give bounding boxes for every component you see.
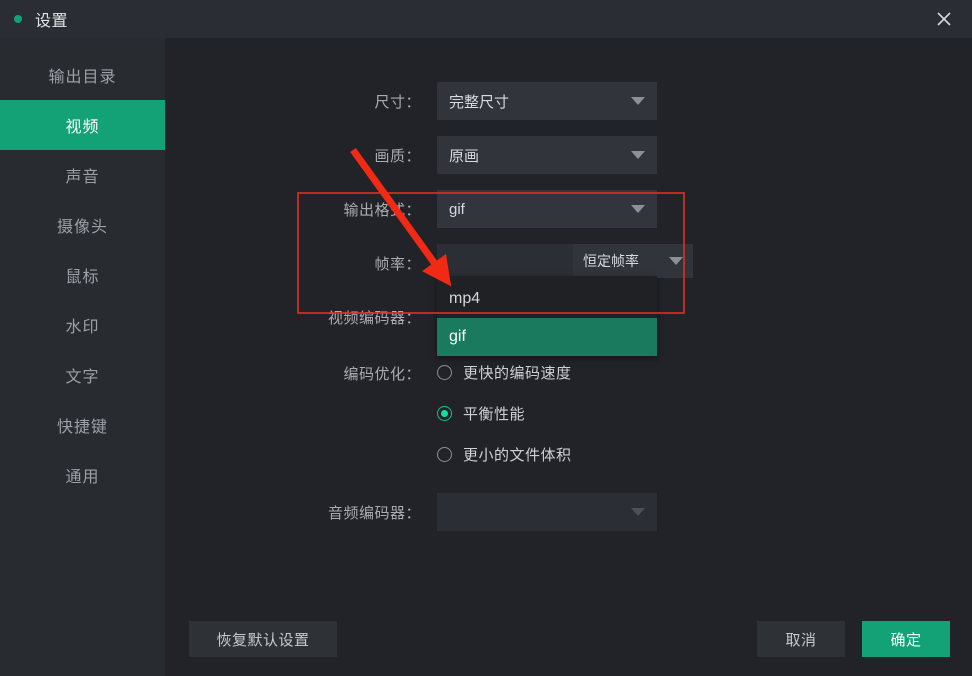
- chevron-down-icon: [669, 257, 683, 265]
- chevron-down-icon: [631, 205, 645, 213]
- frame-rate-mode-select[interactable]: 恒定帧率: [573, 244, 693, 278]
- sidebar-item-general[interactable]: 通用: [0, 450, 165, 500]
- sidebar-item-video[interactable]: 视频: [0, 100, 165, 150]
- close-button[interactable]: [916, 0, 972, 38]
- quality-label: 画质：: [374, 147, 421, 165]
- titlebar: 设置: [0, 0, 972, 38]
- audio-encoder-select[interactable]: [437, 493, 657, 531]
- restore-defaults-button[interactable]: 恢复默认设置: [189, 621, 337, 657]
- radio-smaller-size-label: 更小的文件体积: [463, 447, 572, 464]
- sidebar-item-audio[interactable]: 声音: [0, 150, 165, 200]
- window-body: 输出目录 视频 声音 摄像头 鼠标 水印 文字 快捷键 通用 尺寸： 完整尺寸: [0, 38, 972, 676]
- radio-icon: [437, 365, 452, 380]
- cancel-button[interactable]: 取消: [757, 621, 845, 657]
- encode-optimization-group: 更快的编码速度 平衡性能 更小的文件体积: [437, 352, 572, 475]
- dropdown-option-gif[interactable]: gif: [437, 318, 657, 356]
- row-encode-optimization: 编码优化： 更快的编码速度 平衡性能 更小的文件体积: [165, 352, 972, 475]
- status-dot: [14, 15, 22, 23]
- sidebar: 输出目录 视频 声音 摄像头 鼠标 水印 文字 快捷键 通用: [0, 38, 165, 676]
- sidebar-item-mouse[interactable]: 鼠标: [0, 250, 165, 300]
- settings-form: 尺寸： 完整尺寸 画质： 原画 输出格式： gif 帧率： 恒定帧率 视频编码器…: [165, 38, 972, 602]
- radio-faster-encoding[interactable]: 更快的编码速度: [437, 352, 572, 393]
- radio-faster-encoding-label: 更快的编码速度: [463, 365, 572, 382]
- sidebar-item-watermark[interactable]: 水印: [0, 300, 165, 350]
- window-title: 设置: [35, 13, 69, 30]
- sidebar-item-text[interactable]: 文字: [0, 350, 165, 400]
- sidebar-item-hotkeys[interactable]: 快捷键: [0, 400, 165, 450]
- size-label: 尺寸：: [374, 93, 421, 111]
- radio-balanced-label: 平衡性能: [463, 406, 526, 423]
- audio-encoder-label: 音频编码器：: [327, 504, 421, 522]
- chevron-down-icon: [631, 508, 645, 516]
- chevron-down-icon: [631, 97, 645, 105]
- radio-icon: [437, 447, 452, 462]
- row-size: 尺寸： 完整尺寸: [165, 82, 972, 120]
- dropdown-option-mp4[interactable]: mp4: [437, 280, 657, 318]
- frame-rate-label: 帧率：: [374, 255, 421, 273]
- output-format-dropdown: mp4 gif: [437, 276, 657, 356]
- confirm-button[interactable]: 确定: [862, 621, 950, 657]
- close-icon: [937, 12, 951, 26]
- video-encoder-label: 视频编码器：: [327, 309, 421, 327]
- size-select-value: 完整尺寸: [449, 93, 510, 111]
- encode-optimization-label: 编码优化：: [343, 366, 421, 383]
- output-format-select[interactable]: gif: [437, 190, 657, 228]
- main-panel: 尺寸： 完整尺寸 画质： 原画 输出格式： gif 帧率： 恒定帧率 视频编码器…: [165, 38, 972, 676]
- row-audio-encoder: 音频编码器：: [165, 493, 972, 531]
- output-format-select-value: gif: [449, 200, 465, 218]
- row-output-format: 输出格式： gif: [165, 190, 972, 228]
- radio-smaller-size[interactable]: 更小的文件体积: [437, 434, 572, 475]
- chevron-down-icon: [631, 151, 645, 159]
- quality-select[interactable]: 原画: [437, 136, 657, 174]
- sidebar-item-camera[interactable]: 摄像头: [0, 200, 165, 250]
- output-format-label: 输出格式：: [343, 201, 421, 219]
- radio-balanced[interactable]: 平衡性能: [437, 393, 572, 434]
- settings-window: 设置 输出目录 视频 声音 摄像头 鼠标 水印 文字 快捷键 通用 尺寸： 完整…: [0, 0, 972, 676]
- sidebar-item-output-dir[interactable]: 输出目录: [0, 50, 165, 100]
- size-select[interactable]: 完整尺寸: [437, 82, 657, 120]
- footer: 恢复默认设置 取消 确定: [165, 602, 972, 676]
- quality-select-value: 原画: [449, 147, 480, 165]
- frame-rate-mode-value: 恒定帧率: [583, 253, 639, 269]
- row-quality: 画质： 原画: [165, 136, 972, 174]
- radio-selected-icon: [437, 406, 452, 421]
